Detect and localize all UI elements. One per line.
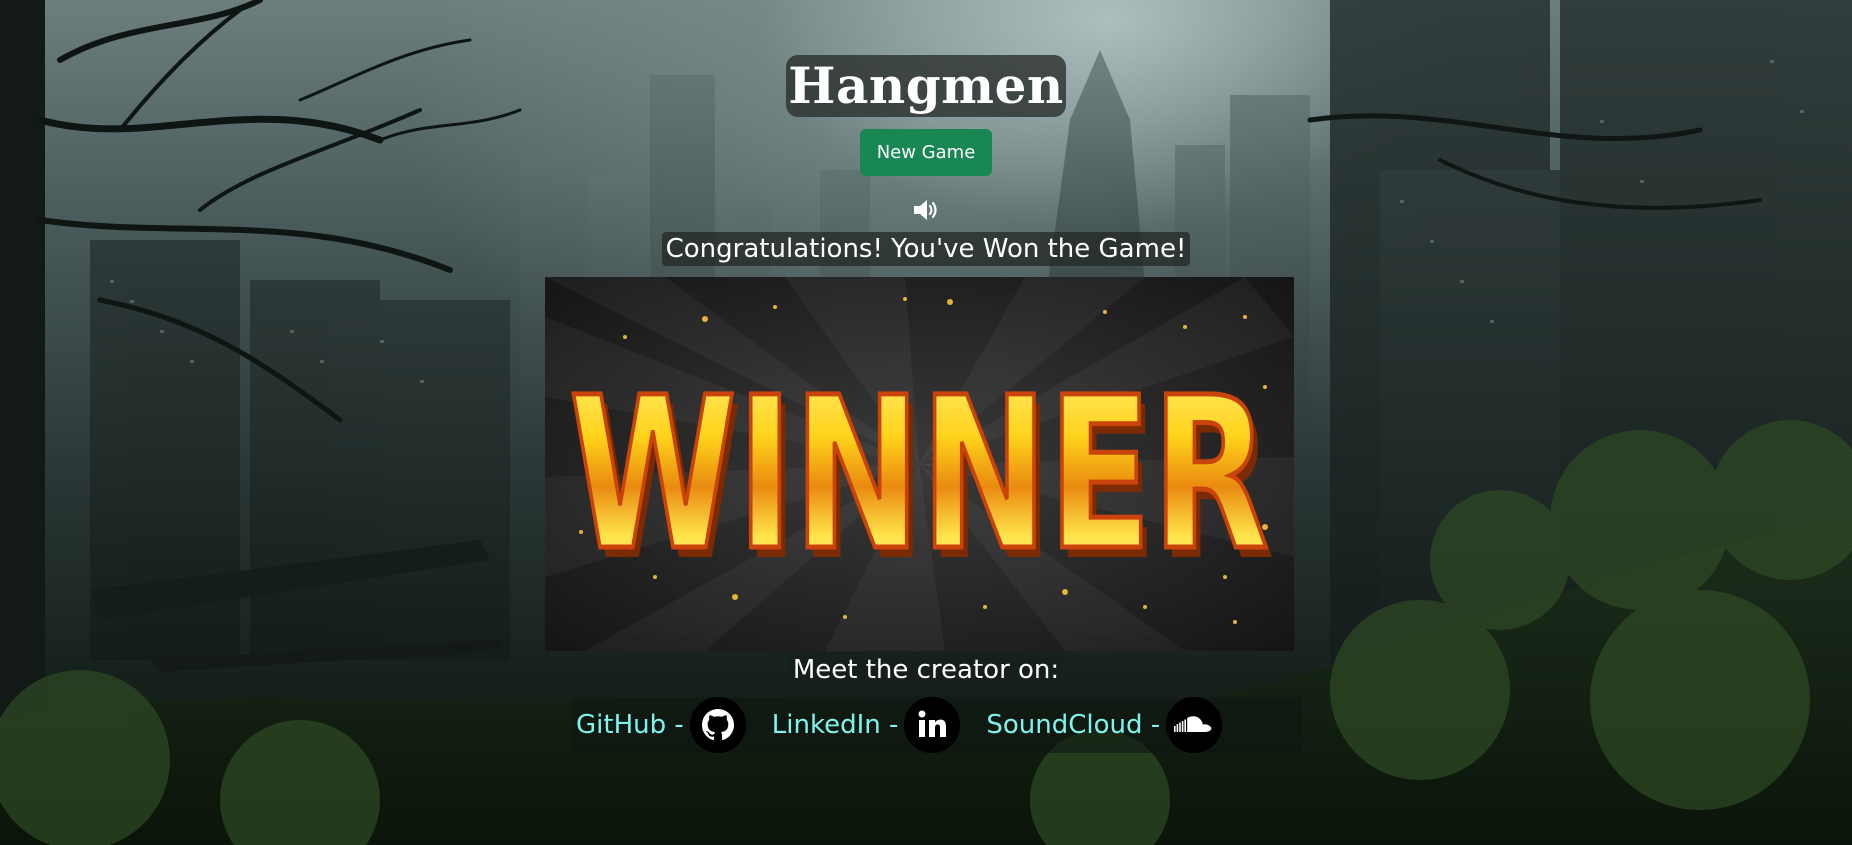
soundcloud-label: SoundCloud - — [986, 710, 1161, 740]
sound-toggle-container — [0, 197, 1852, 223]
speaker-volume-icon[interactable] — [912, 197, 940, 223]
social-links: GitHub - LinkedIn - SoundCloud - — [572, 697, 1302, 753]
new-game-container: New Game — [0, 129, 1852, 176]
game-page: Hangmen New Game Congratulations! You've… — [0, 0, 1852, 845]
title-container: Hangmen — [0, 55, 1852, 117]
winner-banner-image: WINNER WINNER — [545, 277, 1294, 651]
github-icon[interactable] — [689, 697, 746, 753]
linkedin-label: LinkedIn - — [771, 710, 899, 740]
soundcloud-icon[interactable] — [1166, 697, 1223, 753]
new-game-button[interactable]: New Game — [860, 129, 992, 176]
linkedin-icon[interactable] — [904, 697, 961, 753]
soundcloud-link[interactable]: SoundCloud - — [986, 697, 1223, 753]
creator-heading-container: Meet the creator on: — [0, 652, 1852, 688]
win-message: Congratulations! You've Won the Game! — [661, 232, 1191, 266]
winner-text: WINNER — [569, 352, 1269, 597]
meet-creator-label: Meet the creator on: — [788, 652, 1064, 688]
github-label: GitHub - — [576, 710, 684, 740]
game-title: Hangmen — [786, 55, 1066, 117]
result-message-container: Congratulations! You've Won the Game! — [0, 232, 1852, 266]
linkedin-link[interactable]: LinkedIn - — [772, 697, 961, 753]
github-link[interactable]: GitHub - — [576, 697, 746, 753]
